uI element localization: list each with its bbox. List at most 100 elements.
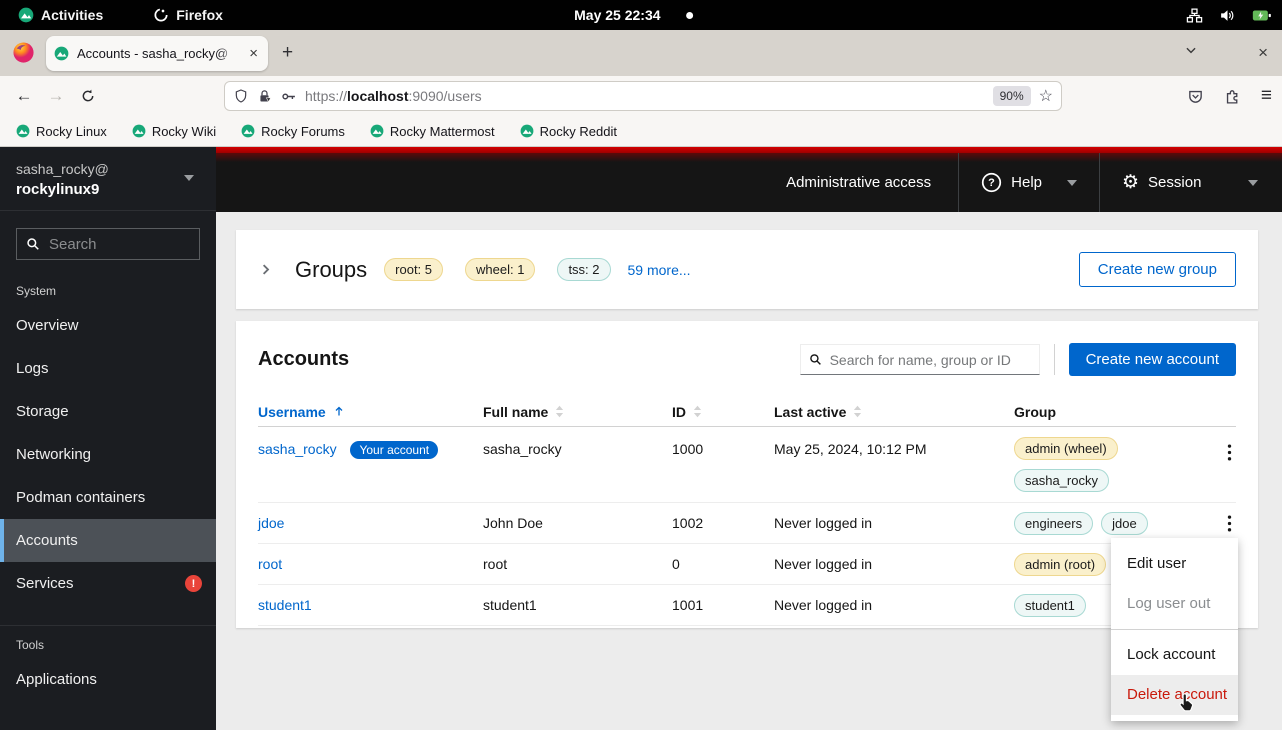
your-account-badge: Your account — [350, 441, 438, 459]
username-link[interactable]: jdoe — [258, 515, 284, 531]
group-chip[interactable]: jdoe — [1101, 512, 1148, 535]
sidebar-item-storage[interactable]: Storage — [0, 390, 216, 433]
groups-more-link[interactable]: 59 more... — [628, 262, 691, 278]
group-chip[interactable]: student1 — [1014, 594, 1086, 617]
system-tray[interactable] — [1186, 0, 1272, 30]
last-active-cell: Never logged in — [774, 597, 1014, 613]
extensions-puzzle-icon[interactable] — [1224, 88, 1241, 105]
clock-button[interactable]: May 25 22:34 — [574, 7, 693, 23]
help-menu-button[interactable]: ? Help — [959, 153, 1099, 212]
volume-icon — [1219, 7, 1236, 24]
list-tabs-chevron-icon[interactable] — [1184, 43, 1198, 57]
svg-text:?: ? — [988, 177, 995, 189]
sidebar-item-logs[interactable]: Logs — [0, 347, 216, 390]
sidebar-item-networking[interactable]: Networking — [0, 433, 216, 476]
host-switcher[interactable]: sasha_rocky@ rockylinux9 — [0, 147, 216, 211]
group-chip-tss[interactable]: tss: 2 — [557, 258, 610, 281]
id-cell: 0 — [672, 556, 774, 572]
create-new-group-button[interactable]: Create new group — [1079, 252, 1236, 287]
sidebar-hostname: rockylinux9 — [16, 181, 200, 198]
username-link[interactable]: student1 — [258, 597, 312, 613]
sortable-icon — [853, 405, 862, 418]
bookmark-rocky-reddit[interactable]: Rocky Reddit — [520, 124, 617, 139]
column-header-group[interactable]: Group — [1014, 404, 1207, 420]
shield-icon[interactable] — [233, 88, 249, 104]
network-icon — [1186, 7, 1203, 24]
bookmark-rocky-mattermost[interactable]: Rocky Mattermost — [370, 124, 495, 139]
bookmark-rocky-forums[interactable]: Rocky Forums — [241, 124, 345, 139]
url-bar[interactable]: https://localhost:9090/users 90% ☆ — [224, 81, 1062, 111]
toolbar-divider — [1054, 344, 1055, 375]
session-menu-button[interactable]: ⚙ Session — [1100, 153, 1282, 212]
menu-hamburger-icon[interactable]: ≡ — [1261, 85, 1272, 107]
sidebar-item-podman-containers[interactable]: Podman containers — [0, 476, 216, 519]
browser-tab-accounts[interactable]: Accounts - sasha_rocky@ × — [46, 36, 268, 71]
group-chip-root[interactable]: root: 5 — [384, 258, 443, 281]
kebab-menu-icon[interactable] — [1223, 441, 1236, 464]
back-button[interactable]: ← — [8, 86, 40, 106]
kebab-menu-icon[interactable] — [1223, 512, 1236, 535]
sidebar-username: sasha_rocky@ — [16, 161, 200, 177]
group-chip[interactable]: sasha_rocky — [1014, 469, 1109, 492]
zoom-level-badge[interactable]: 90% — [993, 86, 1031, 106]
gear-icon: ⚙ — [1122, 173, 1139, 192]
tab-close-icon[interactable]: × — [247, 45, 260, 62]
id-cell: 1000 — [672, 427, 774, 457]
pocket-icon[interactable] — [1187, 88, 1204, 105]
last-active-cell: May 25, 2024, 10:12 PM — [774, 427, 1014, 457]
rocky-logo-icon — [16, 124, 30, 138]
chevron-down-icon — [1067, 180, 1077, 186]
username-link[interactable]: root — [258, 556, 282, 572]
sidebar-item-services[interactable]: Services ! — [0, 562, 216, 605]
sidebar-item-accounts[interactable]: Accounts — [0, 519, 216, 562]
sidebar-item-applications[interactable]: Applications — [0, 658, 216, 701]
accounts-search-placeholder: Search for name, group or ID — [830, 352, 1011, 368]
accounts-table-header: Username Full name ID — [258, 397, 1236, 427]
column-header-id[interactable]: ID — [672, 404, 774, 420]
firefox-taskbar-button[interactable]: Firefox — [143, 7, 233, 23]
sidebar-search-input[interactable]: Search — [16, 228, 200, 260]
groups-expand-chevron-icon[interactable] — [258, 262, 273, 277]
services-alert-badge: ! — [185, 575, 202, 592]
menu-item-lock-account[interactable]: Lock account — [1111, 635, 1238, 675]
firefox-logo-icon[interactable] — [12, 41, 35, 64]
username-link[interactable]: sasha_rocky — [258, 441, 337, 457]
new-tab-button[interactable]: + — [282, 43, 293, 63]
clock-text: May 25 22:34 — [574, 7, 660, 23]
url-text: https://localhost:9090/users — [305, 88, 985, 104]
column-header-username[interactable]: Username — [258, 404, 483, 420]
group-chip[interactable]: engineers — [1014, 512, 1093, 535]
window-close-icon[interactable]: × — [1258, 43, 1268, 63]
lock-warning-icon[interactable] — [257, 89, 272, 104]
group-chip[interactable]: admin (root) — [1014, 553, 1106, 576]
sortable-icon — [555, 405, 564, 418]
key-icon[interactable] — [280, 88, 297, 105]
mouse-cursor-pointer — [1176, 692, 1197, 713]
create-new-account-button[interactable]: Create new account — [1069, 343, 1236, 376]
reload-button[interactable] — [72, 88, 104, 104]
group-chip-wheel[interactable]: wheel: 1 — [465, 258, 535, 281]
bookmark-rocky-linux[interactable]: Rocky Linux — [16, 124, 107, 139]
forward-button[interactable]: → — [40, 86, 72, 106]
column-header-last-active[interactable]: Last active — [774, 404, 1014, 420]
bookmark-rocky-wiki[interactable]: Rocky Wiki — [132, 124, 216, 139]
sidebar-section-tools: Tools — [16, 638, 200, 652]
accounts-search-input[interactable]: Search for name, group or ID — [800, 344, 1040, 375]
chevron-down-icon — [1248, 180, 1258, 186]
menu-divider — [1111, 629, 1238, 630]
id-cell: 1002 — [672, 515, 774, 531]
menu-item-delete-account[interactable]: Delete account — [1111, 675, 1238, 715]
accounts-title: Accounts — [258, 348, 349, 371]
menu-item-edit-user[interactable]: Edit user — [1111, 544, 1238, 584]
bookmark-star-icon[interactable]: ☆ — [1039, 86, 1053, 106]
group-chip[interactable]: admin (wheel) — [1014, 437, 1118, 460]
menu-item-log-user-out[interactable]: Log user out — [1111, 584, 1238, 624]
activities-button[interactable]: Activities — [8, 7, 113, 23]
column-header-full-name[interactable]: Full name — [483, 404, 672, 420]
id-cell: 1001 — [672, 597, 774, 613]
sidebar-item-overview[interactable]: Overview — [0, 304, 216, 347]
administrative-access-indicator[interactable]: Administrative access — [786, 174, 958, 191]
account-actions-menu: Edit user Log user out Lock account Dele… — [1111, 538, 1238, 721]
full-name-cell: sasha_rocky — [483, 427, 672, 457]
table-row-student1: student1 student1 1001 Never logged in s… — [258, 585, 1236, 626]
